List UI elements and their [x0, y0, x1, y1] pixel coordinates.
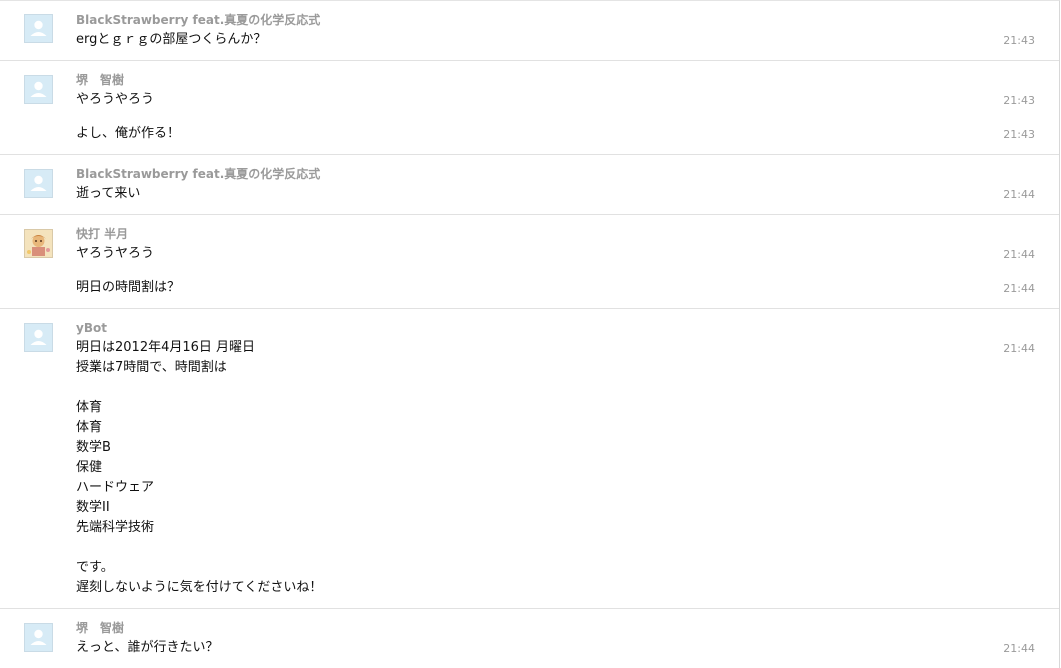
- custom-avatar-image: [25, 230, 52, 257]
- avatar[interactable]: [24, 623, 53, 652]
- message-text: 数学II: [76, 500, 110, 515]
- default-user-icon: [30, 329, 47, 345]
- chat-log[interactable]: BlackStrawberry feat.真夏の化学反応式 ergとｇｒｇの部屋…: [0, 0, 1060, 668]
- message-text: 保健: [76, 460, 103, 475]
- message-group: yBot 明日は2012年4月16日 月曜日 授業は7時間で、時間割は 体育 体…: [0, 309, 1059, 609]
- message-text: です。: [76, 560, 114, 575]
- message-group: BlackStrawberry feat.真夏の化学反応式 逝って来い 21:4…: [0, 155, 1059, 215]
- message-text: 体育: [76, 420, 103, 435]
- avatar[interactable]: [24, 75, 53, 104]
- message-text: 数学B: [76, 440, 111, 455]
- message-timestamp: 21:44: [1003, 248, 1035, 261]
- message-group: 堺 智樹 やろうやろう 21:43 よし、俺が作る！ 21:43: [0, 61, 1059, 155]
- sender-name: yBot: [76, 321, 107, 335]
- avatar[interactable]: [24, 229, 53, 258]
- message-text: 明日の時間割は？: [76, 280, 181, 295]
- message-group: 快打 半月 ヤろうヤろう 21:44 明日の時間割は？ 21:44: [0, 215, 1059, 309]
- message-timestamp: 21:44: [1003, 282, 1035, 295]
- message-group: BlackStrawberry feat.真夏の化学反応式 ergとｇｒｇの部屋…: [0, 1, 1059, 61]
- avatar[interactable]: [24, 169, 53, 198]
- default-user-icon: [30, 20, 47, 36]
- message-timestamp: 21:43: [1003, 34, 1035, 47]
- avatar[interactable]: [24, 14, 53, 43]
- message-timestamp: 21:43: [1003, 128, 1035, 141]
- sender-name: BlackStrawberry feat.真夏の化学反応式: [76, 13, 321, 27]
- message-text: 遅刻しないように気を付けてくださいね！: [76, 580, 323, 595]
- message-text: ヤろうヤろう: [76, 246, 155, 261]
- sender-name: 快打 半月: [76, 227, 129, 241]
- message-timestamp: 21:43: [1003, 94, 1035, 107]
- message-text: 明日は2012年4月16日 月曜日: [76, 340, 256, 355]
- message-timestamp: 21:44: [1003, 642, 1035, 655]
- message-timestamp: 21:44: [1003, 342, 1035, 355]
- message-timestamp: 21:44: [1003, 188, 1035, 201]
- sender-name: 堺 智樹: [76, 621, 125, 635]
- default-user-icon: [30, 81, 47, 97]
- avatar[interactable]: [24, 323, 53, 352]
- message-text: 授業は7時間で、時間割は: [76, 360, 227, 375]
- sender-name: 堺 智樹: [76, 73, 125, 87]
- message-text: 体育: [76, 400, 103, 415]
- sender-name: BlackStrawberry feat.真夏の化学反応式: [76, 167, 321, 181]
- default-user-icon: [30, 175, 47, 191]
- default-user-icon: [30, 629, 47, 645]
- message-text: 先端科学技術: [76, 520, 155, 535]
- message-text: よし、俺が作る！: [76, 126, 181, 141]
- message-text: ハードウェア: [76, 480, 155, 495]
- message-text: やろうやろう: [76, 92, 155, 107]
- message-text: えっと、誰が行きたい？: [76, 640, 219, 655]
- message-text: 逝って来い: [76, 186, 141, 201]
- message-text: ergとｇｒｇの部屋つくらんか？: [76, 32, 267, 47]
- message-group: 堺 智樹 えっと、誰が行きたい？ 21:44: [0, 609, 1059, 668]
